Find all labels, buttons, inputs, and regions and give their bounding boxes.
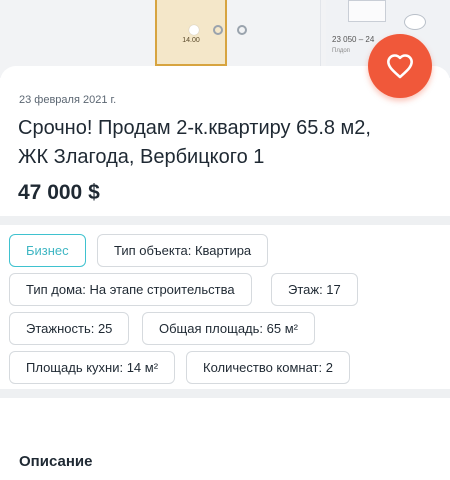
plan2-label: Плдоп bbox=[332, 48, 350, 54]
plan-shape bbox=[348, 0, 386, 22]
chip-business[interactable]: Бизнес bbox=[9, 234, 86, 267]
section-divider-2 bbox=[0, 389, 450, 398]
description-heading: Описание bbox=[19, 453, 93, 470]
gallery-dot-2[interactable] bbox=[213, 25, 223, 35]
plan-number: 14.00 bbox=[182, 37, 200, 44]
listing-title: Срочно! Продам 2-к.квартиру 65.8 м2, ЖК … bbox=[18, 117, 371, 168]
gallery-dot-1[interactable] bbox=[189, 25, 199, 35]
chip-floors-total[interactable]: Этажность: 25 bbox=[9, 312, 130, 345]
plan2-dimension: 23 050 – 24 bbox=[332, 35, 375, 44]
chip-floor[interactable]: Этаж: 17 bbox=[271, 273, 358, 306]
section-divider bbox=[0, 216, 450, 225]
plan-oval bbox=[404, 14, 426, 30]
attribute-chips: Бизнес Тип объекта: Квартира Тип дома: Н… bbox=[0, 225, 450, 389]
chip-object-type[interactable]: Тип объекта: Квартира bbox=[97, 234, 269, 267]
listing-date: 23 февраля 2021 г. bbox=[19, 94, 117, 106]
heart-icon bbox=[387, 54, 413, 79]
chip-rooms[interactable]: Количество комнат: 2 bbox=[186, 351, 350, 384]
chip-kitchen-area[interactable]: Площадь кухни: 14 м² bbox=[9, 351, 176, 384]
gallery-dot-3[interactable] bbox=[237, 25, 247, 35]
listing-price: 47 000 $ bbox=[18, 181, 100, 204]
chip-house-type[interactable]: Тип дома: На этапе строительства bbox=[9, 273, 252, 306]
chip-total-area[interactable]: Общая площадь: 65 м² bbox=[142, 312, 315, 345]
favorite-button[interactable] bbox=[368, 34, 432, 98]
